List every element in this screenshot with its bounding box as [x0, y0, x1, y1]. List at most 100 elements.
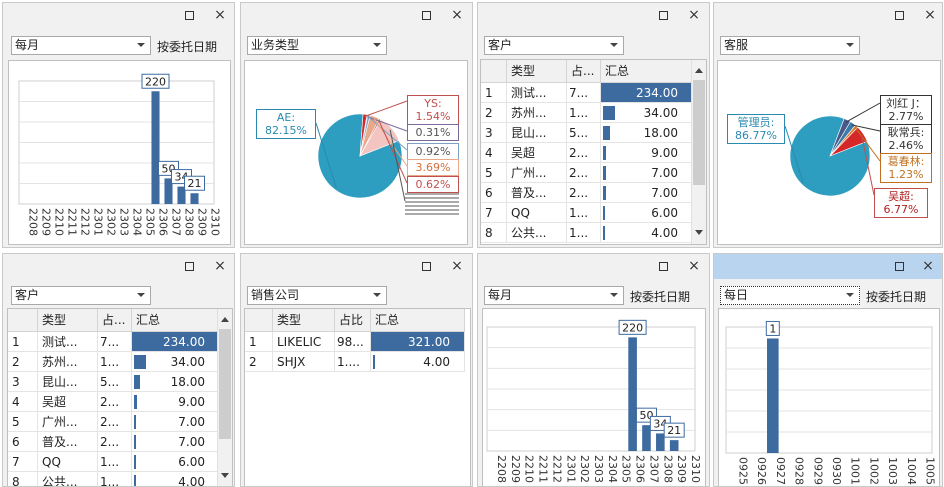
sum-cell[interactable]: 34.00 [132, 352, 220, 372]
maximize-icon[interactable] [422, 262, 431, 271]
ratio-cell[interactable]: 5... [98, 372, 132, 392]
type-cell[interactable]: 测试... [507, 83, 567, 103]
column-header[interactable]: 类型 [507, 60, 567, 83]
sum-cell[interactable]: 7.00 [132, 432, 220, 452]
sum-cell[interactable]: 234.00 [132, 332, 220, 352]
ratio-cell[interactable]: 5... [567, 123, 601, 143]
ratio-cell[interactable]: 1... [567, 223, 601, 243]
ratio-cell[interactable]: 2... [98, 392, 132, 412]
bar[interactable] [656, 433, 665, 451]
vertical-scrollbar[interactable] [217, 309, 232, 486]
maximize-icon[interactable] [895, 11, 904, 20]
ratio-cell[interactable]: 1... [567, 203, 601, 223]
period-select[interactable]: 每月 [484, 286, 624, 305]
close-icon[interactable]: × [923, 7, 937, 23]
dimension-select[interactable]: 客户 [484, 36, 624, 55]
column-header[interactable]: 类型 [273, 309, 335, 332]
dimension-select[interactable]: 业务类型 [247, 36, 387, 55]
type-cell[interactable]: 苏州... [38, 352, 98, 372]
ratio-cell[interactable]: 2... [567, 143, 601, 163]
table-row[interactable]: 8 公共... 1... 4.00 [8, 472, 220, 486]
sum-cell[interactable]: 9.00 [601, 143, 693, 163]
column-header[interactable]: 汇总 [371, 309, 465, 332]
type-cell[interactable]: SHJX [273, 352, 335, 372]
dimension-select[interactable]: 客服 [720, 36, 860, 55]
sum-cell[interactable]: 4.00 [371, 352, 465, 372]
sum-cell[interactable]: 6.00 [601, 203, 693, 223]
maximize-icon[interactable] [895, 262, 904, 271]
ratio-cell[interactable]: 2... [98, 412, 132, 432]
table-row[interactable]: 3 昆山... 5... 18.00 [481, 123, 693, 143]
table-row[interactable]: 1 LIKELIC 98... 321.00 [245, 332, 470, 352]
scroll-down-icon[interactable] [695, 230, 703, 235]
column-header[interactable]: 占比 [335, 309, 371, 332]
maximize-icon[interactable] [659, 11, 668, 20]
table-row[interactable]: 5 广州... 2... 7.00 [8, 412, 220, 432]
type-cell[interactable]: QQ [38, 452, 98, 472]
sum-cell[interactable]: 7.00 [601, 183, 693, 203]
table-row[interactable]: 2 苏州... 1... 34.00 [8, 352, 220, 372]
type-cell[interactable]: 广州... [38, 412, 98, 432]
type-cell[interactable]: 广州... [507, 163, 567, 183]
table-row[interactable]: 4 吴超 2... 9.00 [481, 143, 693, 163]
bar[interactable] [151, 91, 160, 204]
table-row[interactable]: 5 广州... 2... 7.00 [481, 163, 693, 183]
bar[interactable] [628, 337, 637, 451]
sum-cell[interactable]: 234.00 [601, 83, 693, 103]
dimension-select[interactable]: 客户 [11, 286, 151, 305]
table-row[interactable]: 6 普及... 2... 7.00 [8, 432, 220, 452]
ratio-cell[interactable]: 1... [98, 472, 132, 486]
table-row[interactable]: 7 QQ 1... 6.00 [8, 452, 220, 472]
sum-cell[interactable]: 18.00 [601, 123, 693, 143]
sum-cell[interactable]: 7.00 [601, 163, 693, 183]
ratio-cell[interactable]: 1... [98, 352, 132, 372]
maximize-icon[interactable] [185, 11, 194, 20]
ratio-cell[interactable]: 2... [567, 183, 601, 203]
ratio-cell[interactable]: 2... [567, 163, 601, 183]
bar[interactable] [642, 425, 651, 451]
table-row[interactable]: 1 测试... 7... 234.00 [8, 332, 220, 352]
table-row[interactable]: 7 QQ 1... 6.00 [481, 203, 693, 223]
sum-cell[interactable]: 6.00 [132, 452, 220, 472]
type-cell[interactable]: 昆山... [38, 372, 98, 392]
scroll-up-icon[interactable] [695, 68, 703, 73]
dimension-select[interactable]: 销售公司 [247, 286, 387, 305]
vertical-scrollbar[interactable] [691, 60, 706, 244]
table-row[interactable]: 8 公共... 1... 4.00 [481, 223, 693, 243]
table-row[interactable]: 2 苏州... 1... 34.00 [481, 103, 693, 123]
sum-cell[interactable]: 9.00 [132, 392, 220, 412]
column-header[interactable]: 汇总 [132, 309, 220, 332]
type-cell[interactable]: 测试... [38, 332, 98, 352]
table-row[interactable]: 6 普及... 2... 7.00 [481, 183, 693, 203]
maximize-icon[interactable] [422, 11, 431, 20]
type-cell[interactable]: 公共... [507, 223, 567, 243]
table-row[interactable]: 3 昆山... 5... 18.00 [8, 372, 220, 392]
column-header[interactable]: 占... [98, 309, 132, 332]
bar[interactable] [190, 193, 199, 204]
type-cell[interactable]: 苏州... [507, 103, 567, 123]
type-cell[interactable]: 昆山... [507, 123, 567, 143]
scroll-thumb[interactable] [693, 80, 705, 185]
scroll-up-icon[interactable] [221, 317, 229, 322]
ratio-cell[interactable]: 1... [98, 452, 132, 472]
close-icon[interactable]: × [450, 258, 464, 274]
type-cell[interactable]: 普及... [507, 183, 567, 203]
type-cell[interactable]: 公共... [38, 472, 98, 486]
type-cell[interactable]: 普及... [38, 432, 98, 452]
close-icon[interactable]: × [921, 258, 935, 274]
bar[interactable] [767, 338, 779, 453]
type-cell[interactable]: LIKELIC [273, 332, 335, 352]
maximize-icon[interactable] [185, 262, 194, 271]
scroll-down-icon[interactable] [221, 473, 229, 478]
column-header[interactable]: 类型 [38, 309, 98, 332]
column-header[interactable]: 汇总 [601, 60, 693, 83]
sum-cell[interactable]: 7.00 [132, 412, 220, 432]
table-row[interactable]: 4 吴超 2... 9.00 [8, 392, 220, 412]
table-row[interactable]: 1 测试... 7... 234.00 [481, 83, 693, 103]
bar[interactable] [669, 440, 679, 451]
close-icon[interactable]: × [687, 258, 701, 274]
period-select[interactable]: 每日 [720, 286, 860, 305]
ratio-cell[interactable]: 7... [98, 332, 132, 352]
ratio-cell[interactable]: 1... [567, 103, 601, 123]
sum-cell[interactable]: 4.00 [132, 472, 220, 486]
